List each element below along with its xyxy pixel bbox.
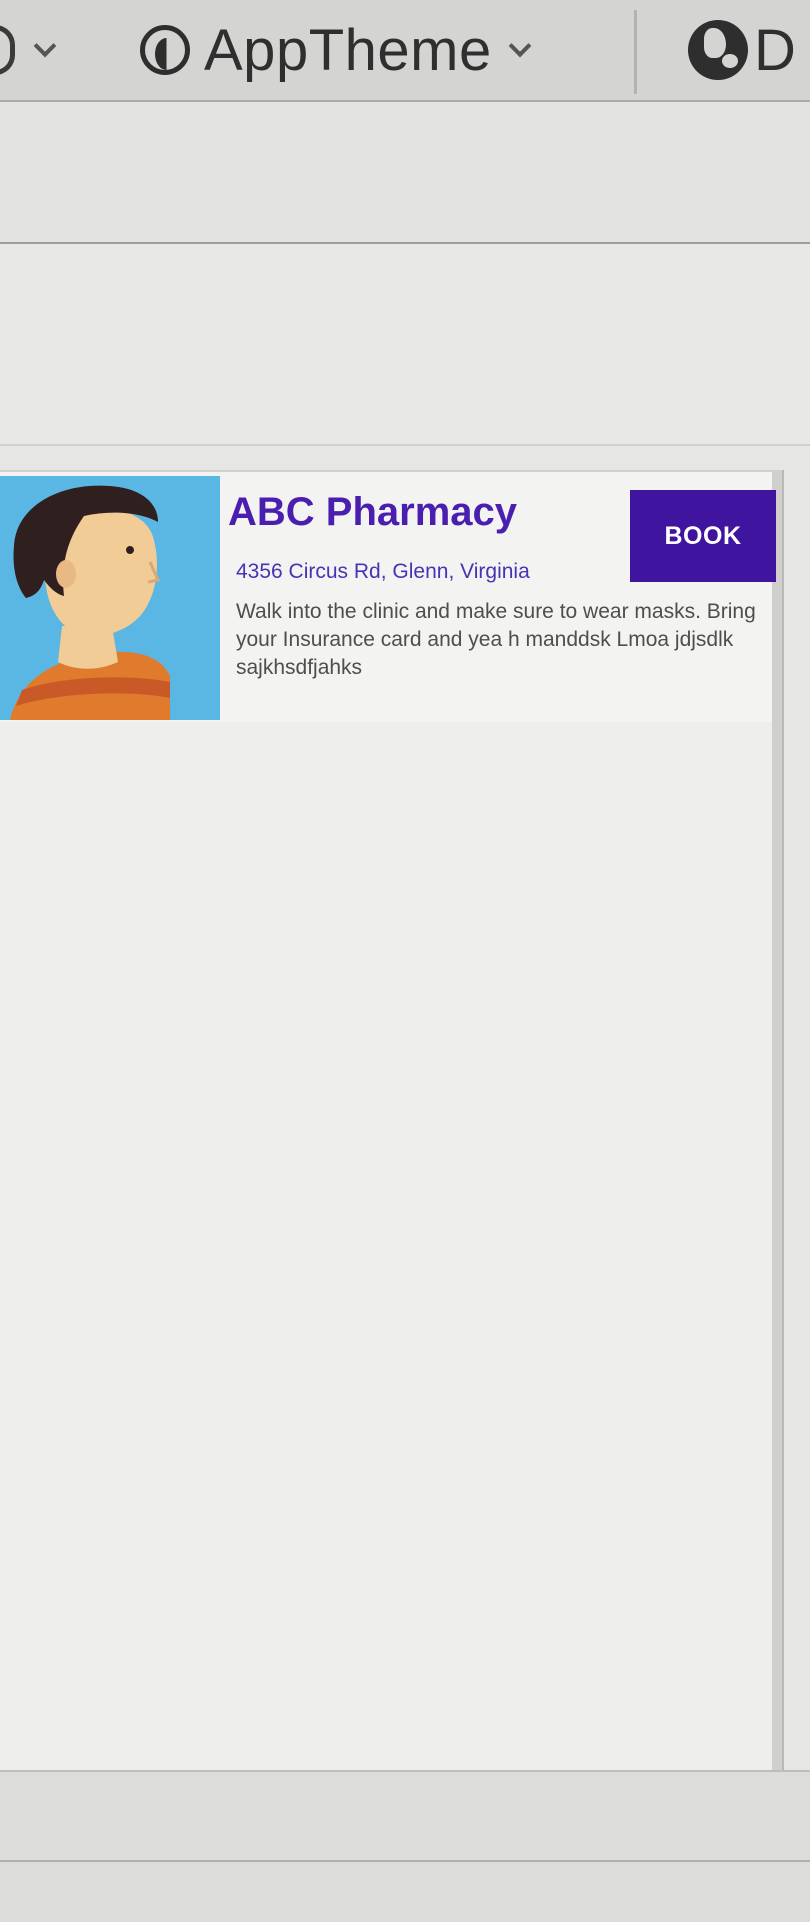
- avatar-illustration: [0, 476, 220, 720]
- device-selector[interactable]: [0, 8, 57, 92]
- pharmacy-address: 4356 Circus Rd, Glenn, Virginia: [236, 560, 530, 583]
- avatar: [0, 476, 220, 720]
- theme-icon: [140, 25, 190, 75]
- pharmacy-card[interactable]: ABC Pharmacy 4356 Circus Rd, Glenn, Virg…: [0, 472, 776, 722]
- globe-icon: [688, 20, 748, 80]
- theme-selector[interactable]: AppTheme: [140, 8, 532, 92]
- locale-label: D: [754, 17, 796, 83]
- design-canvas[interactable]: ABC Pharmacy 4356 Circus Rd, Glenn, Virg…: [0, 470, 782, 1770]
- pharmacy-description: Walk into the clinic and make sure to we…: [236, 600, 756, 679]
- bottom-panel: [0, 1770, 810, 1922]
- theme-label: AppTheme: [204, 17, 492, 83]
- chevron-down-icon: [33, 34, 57, 58]
- editor-toolbar: AppTheme D: [0, 0, 810, 102]
- chevron-down-icon: [508, 34, 532, 58]
- locale-selector[interactable]: D: [688, 8, 796, 92]
- divider: [0, 1860, 810, 1862]
- canvas-margin: [0, 244, 810, 446]
- toolbar-divider: [634, 10, 637, 94]
- secondary-toolbar: [0, 102, 810, 244]
- pharmacy-name: ABC Pharmacy: [228, 490, 518, 534]
- device-icon: [0, 25, 15, 75]
- book-button[interactable]: BOOK: [630, 490, 776, 582]
